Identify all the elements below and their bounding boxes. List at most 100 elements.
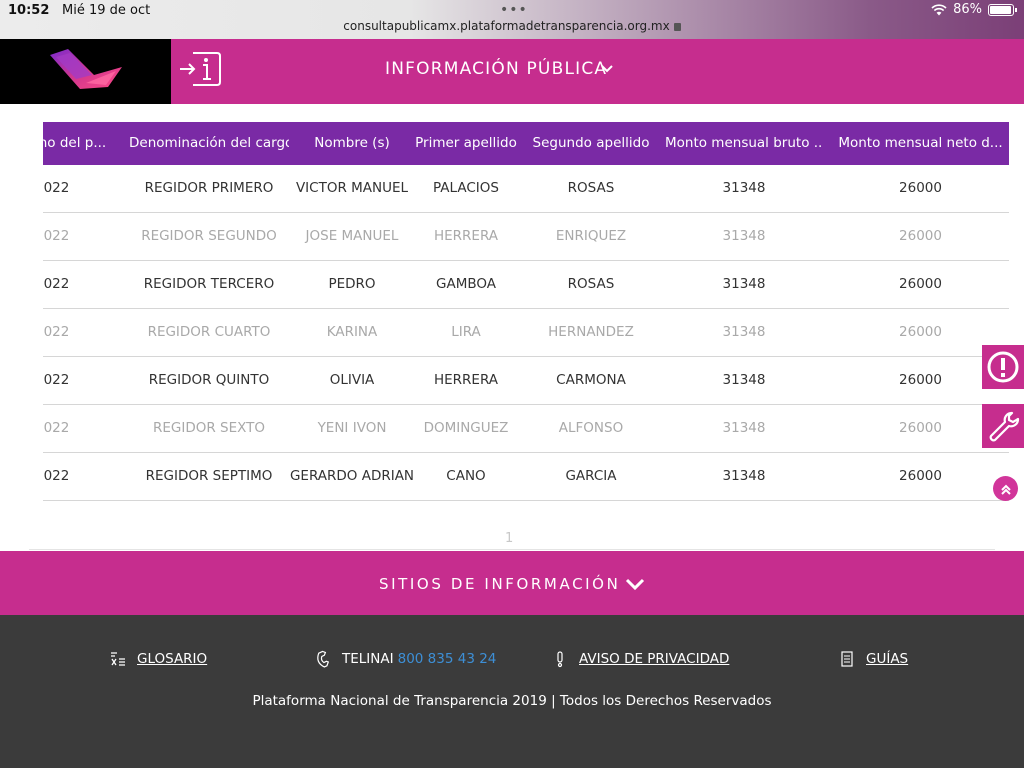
table-cell: CANO: [446, 468, 486, 484]
table-cell: REGIDOR TERCERO: [143, 276, 275, 292]
telinai-number[interactable]: 800 835 43 24: [398, 651, 497, 667]
table-cell: 31348: [722, 324, 766, 340]
aviso-privacidad-link[interactable]: AVISO DE PRIVACIDAD: [551, 650, 729, 668]
table-cell: OLIVIA: [329, 372, 375, 388]
site-header: INFORMACIÓN PÚBLICA: [0, 39, 1024, 104]
column-header[interactable]: Denominación del cargo: [129, 122, 289, 165]
table-cell: 2022: [43, 180, 70, 196]
table-cell: ALFONSO: [558, 420, 624, 436]
table-cell: 2022: [43, 228, 70, 244]
table-row: 2022 REGIDOR SEGUNDO JOSE MANUEL HERRERA…: [43, 213, 1009, 261]
column-header[interactable]: ino del p...: [43, 122, 113, 165]
glosario-label: GLOSARIO: [137, 651, 208, 667]
arrow-up-icon: [1000, 484, 1011, 495]
table-row: 2022 REGIDOR SEXTO YENI IVON DOMINGUEZ A…: [43, 405, 1009, 453]
table-cell: 2022: [43, 420, 70, 436]
url-text: consultapublicamx.plataformadetransparen…: [343, 19, 670, 33]
table-cell: ROSAS: [567, 276, 615, 292]
table-cell: 2022: [43, 324, 70, 340]
status-indicators: 86%: [931, 2, 1017, 17]
copyright-text: Plataforma Nacional de Transparencia 201…: [252, 693, 772, 709]
status-bar: 10:52 Mié 19 de oct ••• consultapublicam…: [0, 0, 1024, 39]
table-cell: 2022: [43, 276, 70, 292]
sitios-label: SITIOS DE INFORMACIÓN: [379, 575, 621, 593]
document-icon: [841, 651, 853, 667]
glossary-icon: [111, 652, 125, 666]
chevron-down-icon[interactable]: [600, 62, 614, 76]
telinai-label: TELINAI: [342, 651, 394, 667]
table-cell: 31348: [722, 180, 766, 196]
table-cell: REGIDOR SEPTIMO: [145, 468, 273, 484]
report-alert-button[interactable]: [982, 345, 1024, 389]
table-cell: GARCIA: [565, 468, 617, 484]
table-cell: REGIDOR SEGUNDO: [141, 228, 277, 244]
table-cell: 26000: [899, 228, 942, 244]
column-header[interactable]: Monto mensual neto d...: [823, 122, 1009, 165]
phone-icon: [317, 650, 330, 668]
chevron-down-icon: [625, 578, 645, 591]
table-cell: DOMINGUEZ: [423, 420, 509, 436]
site-footer: GLOSARIO TELINAI 800 835 43 24 AVISO DE …: [0, 615, 1024, 768]
table-cell: 31348: [722, 228, 766, 244]
table-cell: 2022: [43, 468, 70, 484]
tab-options-dots[interactable]: •••: [500, 2, 528, 18]
table-cell: 26000: [899, 180, 942, 196]
scroll-top-button[interactable]: [993, 476, 1018, 501]
table-cell: LIRA: [451, 324, 481, 340]
column-header[interactable]: Monto mensual bruto ...: [665, 122, 823, 165]
wifi-icon: [931, 3, 947, 15]
logo-area[interactable]: [0, 39, 171, 104]
telinai-link[interactable]: TELINAI 800 835 43 24: [314, 650, 496, 668]
table-cell: HERRERA: [433, 372, 499, 388]
table-cell: ENRIQUEZ: [555, 228, 627, 244]
pagination-page[interactable]: 1: [505, 531, 513, 546]
table-cell: VICTOR MANUEL: [295, 180, 409, 196]
table-row: 2022 REGIDOR SEPTIMO GERARDO ADRIAN CANO…: [43, 453, 1009, 501]
table-cell: JOSE MANUEL: [305, 228, 399, 244]
table-cell: ROSAS: [567, 180, 615, 196]
column-header[interactable]: Segundo apellido: [517, 122, 665, 165]
guias-label: GUÍAS: [866, 651, 909, 667]
table-cell: YENI IVON: [317, 420, 387, 436]
table-cell: KARINA: [326, 324, 378, 340]
glosario-link[interactable]: GLOSARIO: [109, 650, 207, 668]
table-cell: CARMONA: [556, 372, 626, 388]
table-cell: 31348: [722, 420, 766, 436]
login-icon[interactable]: [179, 49, 223, 89]
status-date: Mié 19 de oct: [62, 3, 151, 18]
table-cell: REGIDOR PRIMERO: [144, 180, 274, 196]
table-cell: 31348: [722, 468, 766, 484]
data-table: ino del p... Denominación del cargo Nomb…: [43, 122, 1009, 502]
table-cell: REGIDOR CUARTO: [147, 324, 271, 340]
divider: [29, 549, 995, 550]
column-header[interactable]: Primer apellido: [415, 122, 517, 165]
table-cell: HERRERA: [433, 228, 499, 244]
table-cell: REGIDOR QUINTO: [148, 372, 270, 388]
alert-icon: [987, 351, 1019, 383]
table-header: ino del p... Denominación del cargo Nomb…: [43, 122, 1009, 165]
table-cell: PALACIOS: [433, 180, 499, 196]
column-header[interactable]: Nombre (s): [289, 122, 415, 165]
info-exclamation-icon: [557, 651, 563, 668]
table-row: 2022 REGIDOR QUINTO OLIVIA HERRERA CARMO…: [43, 357, 1009, 405]
table-cell: HERNANDEZ: [548, 324, 634, 340]
guias-link[interactable]: GUÍAS: [838, 650, 908, 668]
table-row: 2022 REGIDOR PRIMERO VICTOR MANUEL PALAC…: [43, 165, 1009, 213]
table-row: 2022 REGIDOR CUARTO KARINA LIRA HERNANDE…: [43, 309, 1009, 357]
pnt-logo: [50, 49, 122, 89]
sitios-de-informacion[interactable]: SITIOS DE INFORMACIÓN: [0, 551, 1024, 615]
status-time: 10:52: [8, 3, 50, 18]
tools-button[interactable]: [982, 404, 1024, 448]
table-cell: GERARDO ADRIAN: [289, 468, 415, 484]
address-bar[interactable]: consultapublicamx.plataformadetransparen…: [0, 19, 1024, 33]
table-cell: 2022: [43, 372, 70, 388]
table-cell: 26000: [899, 276, 942, 292]
table-cell: REGIDOR SEXTO: [152, 420, 266, 436]
table-cell: GAMBOA: [436, 276, 496, 292]
battery-percent: 86%: [953, 2, 982, 17]
nav-informacion-publica[interactable]: INFORMACIÓN PÚBLICA: [385, 59, 607, 79]
lock-icon: [673, 22, 681, 31]
aviso-label: AVISO DE PRIVACIDAD: [579, 651, 730, 667]
table-cell: 26000: [899, 468, 942, 484]
table-cell: PEDRO: [328, 276, 376, 292]
